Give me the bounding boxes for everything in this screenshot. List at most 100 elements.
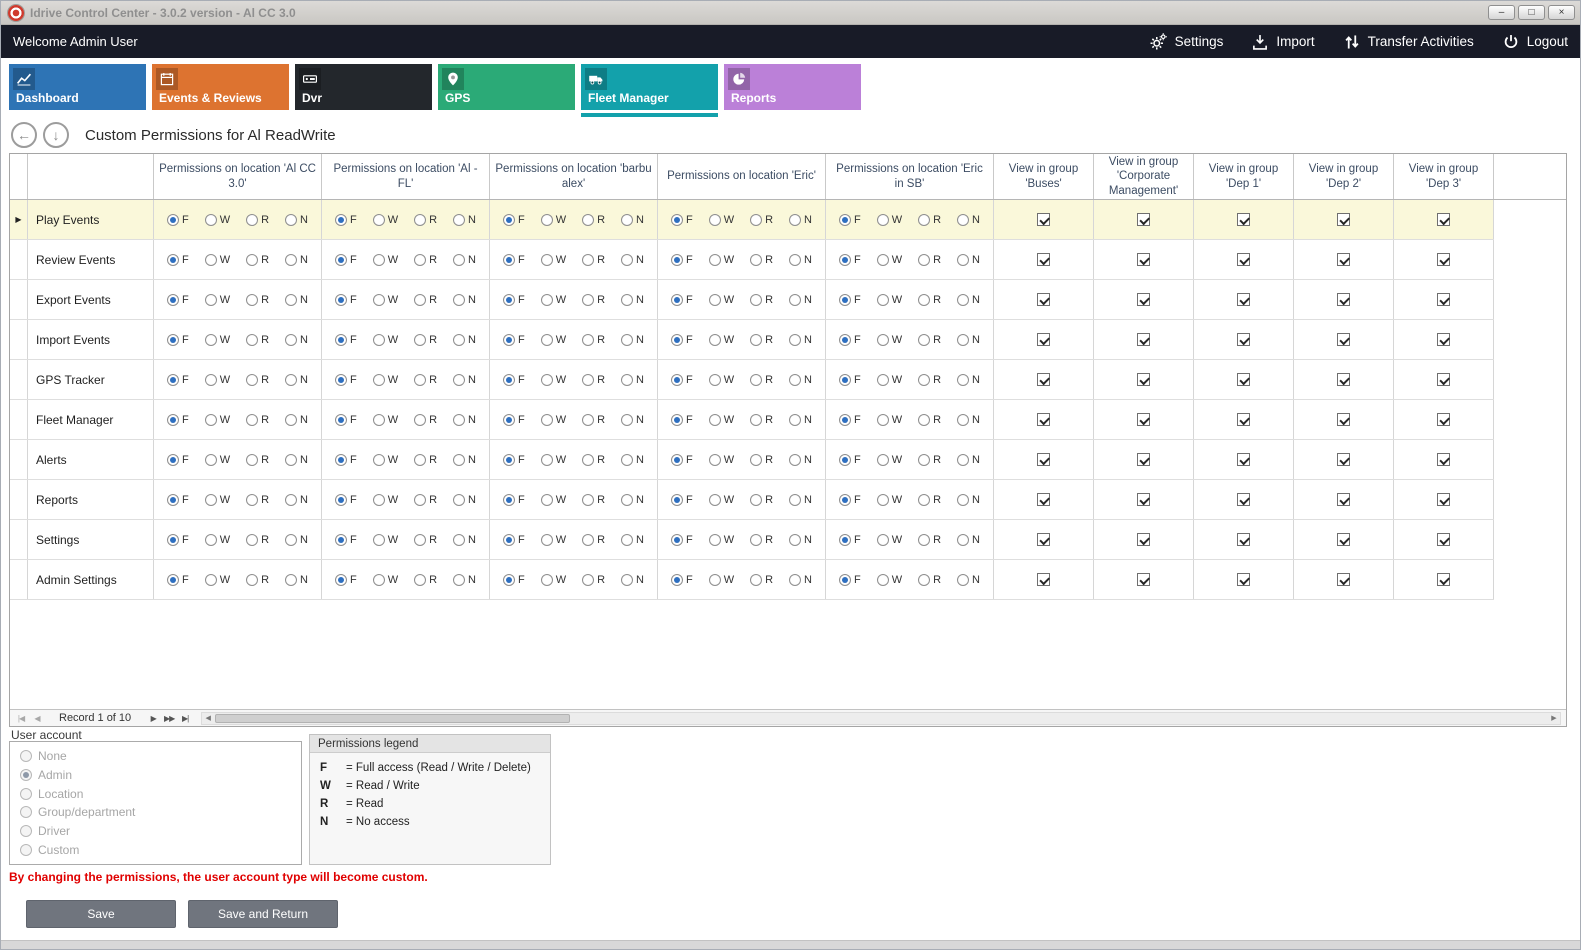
view-in-group-checkbox[interactable] [1337, 453, 1350, 466]
radio-option-r[interactable]: R [246, 334, 269, 346]
view-in-group-checkbox[interactable] [1137, 333, 1150, 346]
table-row-play-events[interactable]: ▶Play EventsFWRNFWRNFWRNFWRNFWRN [10, 200, 1494, 240]
view-in-group-checkbox[interactable] [1137, 413, 1150, 426]
radio-option-w[interactable]: W [877, 534, 902, 546]
radio-option-n[interactable]: N [957, 374, 980, 386]
view-in-group-checkbox[interactable] [1337, 533, 1350, 546]
user-account-option-custom[interactable]: Custom [20, 843, 291, 857]
radio-option-r[interactable]: R [750, 534, 773, 546]
view-in-group-checkbox[interactable] [1237, 413, 1250, 426]
import-button[interactable]: Import [1251, 33, 1314, 51]
view-in-group-checkbox[interactable] [1137, 213, 1150, 226]
column-header-group-3[interactable]: View in group 'Dep 2' [1294, 154, 1394, 199]
radio-option-f[interactable]: F [335, 454, 357, 466]
view-in-group-checkbox[interactable] [1337, 213, 1350, 226]
radio-option-w[interactable]: W [373, 254, 398, 266]
tab-dvr[interactable]: Dvr [295, 64, 432, 110]
column-header-group-1[interactable]: View in group 'Corporate Management' [1094, 154, 1194, 199]
down-button[interactable]: ↓ [43, 122, 69, 148]
radio-option-n[interactable]: N [285, 294, 308, 306]
column-header-permission-4[interactable]: Permissions on location 'Eric in SB' [826, 154, 994, 199]
radio-option-r[interactable]: R [750, 414, 773, 426]
column-header-group-4[interactable]: View in group 'Dep 3' [1394, 154, 1494, 199]
radio-option-n[interactable]: N [621, 214, 644, 226]
radio-option-f[interactable]: F [167, 494, 189, 506]
last-record-button[interactable]: ▶| [177, 714, 193, 723]
radio-option-w[interactable]: W [373, 454, 398, 466]
radio-option-w[interactable]: W [877, 574, 902, 586]
radio-option-w[interactable]: W [373, 374, 398, 386]
table-row-review-events[interactable]: Review EventsFWRNFWRNFWRNFWRNFWRN [10, 240, 1494, 280]
radio-option-r[interactable]: R [582, 454, 605, 466]
view-in-group-checkbox[interactable] [1337, 493, 1350, 506]
radio-option-n[interactable]: N [789, 294, 812, 306]
radio-option-f[interactable]: F [335, 574, 357, 586]
prev-record-button[interactable]: ◀ [29, 714, 45, 723]
radio-option-r[interactable]: R [918, 254, 941, 266]
user-account-option-location[interactable]: Location [20, 787, 291, 801]
next-page-button[interactable]: ▶▶ [161, 714, 177, 723]
radio-option-r[interactable]: R [582, 294, 605, 306]
view-in-group-checkbox[interactable] [1437, 493, 1450, 506]
radio-option-n[interactable]: N [621, 534, 644, 546]
radio-option-n[interactable]: N [453, 494, 476, 506]
radio-option-f[interactable]: F [839, 294, 861, 306]
radio-option-w[interactable]: W [373, 534, 398, 546]
radio-option-r[interactable]: R [918, 374, 941, 386]
radio-option-r[interactable]: R [414, 574, 437, 586]
radio-option-r[interactable]: R [918, 294, 941, 306]
view-in-group-checkbox[interactable] [1337, 573, 1350, 586]
radio-option-w[interactable]: W [205, 534, 230, 546]
radio-option-n[interactable]: N [789, 254, 812, 266]
radio-option-r[interactable]: R [414, 294, 437, 306]
radio-option-w[interactable]: W [877, 374, 902, 386]
radio-option-w[interactable]: W [709, 574, 734, 586]
scrollbar-thumb[interactable] [215, 714, 570, 723]
radio-option-n[interactable]: N [789, 214, 812, 226]
radio-option-n[interactable]: N [621, 414, 644, 426]
radio-option-r[interactable]: R [246, 574, 269, 586]
radio-option-n[interactable]: N [957, 214, 980, 226]
radio-option-n[interactable]: N [789, 534, 812, 546]
view-in-group-checkbox[interactable] [1037, 573, 1050, 586]
view-in-group-checkbox[interactable] [1137, 573, 1150, 586]
radio-option-f[interactable]: F [503, 254, 525, 266]
radio-option-r[interactable]: R [414, 494, 437, 506]
radio-option-w[interactable]: W [205, 574, 230, 586]
radio-option-f[interactable]: F [167, 414, 189, 426]
radio-option-r[interactable]: R [918, 414, 941, 426]
radio-option-r[interactable]: R [582, 494, 605, 506]
radio-option-r[interactable]: R [414, 254, 437, 266]
radio-option-r[interactable]: R [918, 574, 941, 586]
radio-option-n[interactable]: N [453, 574, 476, 586]
view-in-group-checkbox[interactable] [1237, 493, 1250, 506]
radio-option-f[interactable]: F [671, 294, 693, 306]
radio-option-r[interactable]: R [582, 214, 605, 226]
view-in-group-checkbox[interactable] [1437, 373, 1450, 386]
radio-option-n[interactable]: N [621, 454, 644, 466]
back-button[interactable]: ← [11, 122, 37, 148]
radio-option-n[interactable]: N [285, 414, 308, 426]
radio-option-n[interactable]: N [285, 454, 308, 466]
view-in-group-checkbox[interactable] [1037, 333, 1050, 346]
radio-option-f[interactable]: F [335, 534, 357, 546]
radio-option-w[interactable]: W [373, 414, 398, 426]
radio-option-n[interactable]: N [453, 534, 476, 546]
radio-option-w[interactable]: W [205, 454, 230, 466]
scroll-left-arrow-icon[interactable]: ◀ [202, 714, 214, 722]
radio-option-f[interactable]: F [671, 494, 693, 506]
table-row-admin-settings[interactable]: Admin SettingsFWRNFWRNFWRNFWRNFWRN [10, 560, 1494, 600]
horizontal-scrollbar[interactable]: ◀ ▶ [201, 712, 1561, 725]
radio-option-n[interactable]: N [453, 214, 476, 226]
view-in-group-checkbox[interactable] [1437, 293, 1450, 306]
radio-option-f[interactable]: F [671, 254, 693, 266]
table-row-export-events[interactable]: Export EventsFWRNFWRNFWRNFWRNFWRN [10, 280, 1494, 320]
view-in-group-checkbox[interactable] [1437, 533, 1450, 546]
view-in-group-checkbox[interactable] [1137, 493, 1150, 506]
column-header-group-2[interactable]: View in group 'Dep 1' [1194, 154, 1294, 199]
radio-option-r[interactable]: R [918, 534, 941, 546]
radio-option-w[interactable]: W [541, 534, 566, 546]
minimize-button[interactable]: – [1488, 5, 1515, 20]
scroll-right-arrow-icon[interactable]: ▶ [1548, 714, 1560, 722]
radio-option-n[interactable]: N [621, 334, 644, 346]
